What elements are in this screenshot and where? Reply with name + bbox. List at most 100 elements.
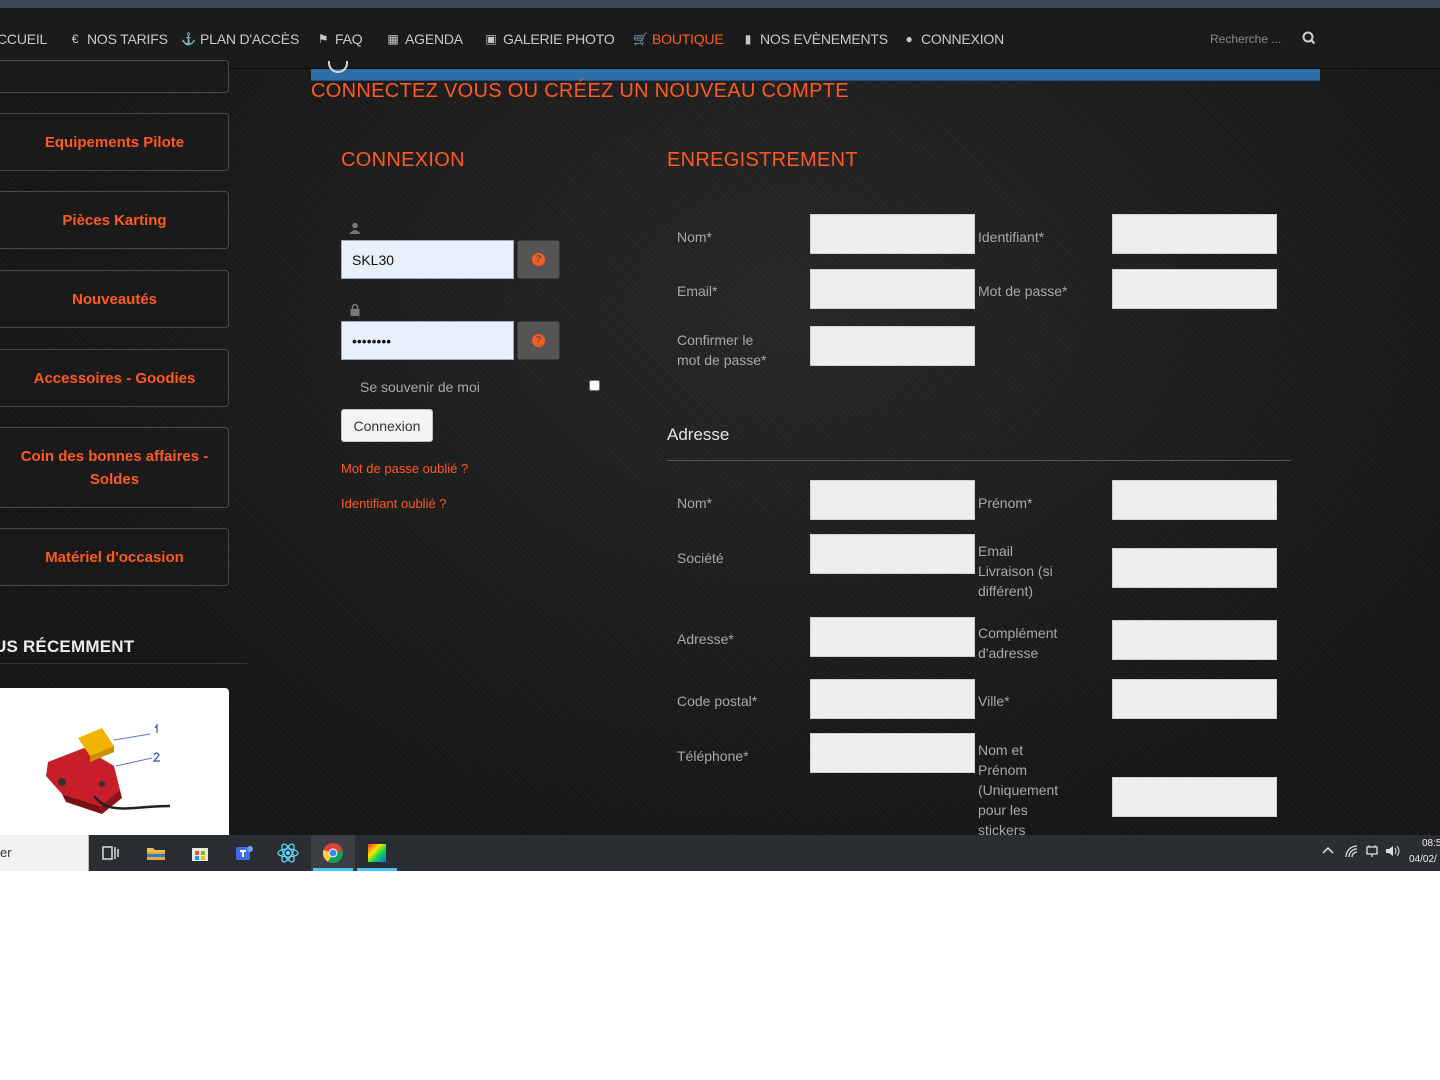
label-line: Confirmer le bbox=[677, 332, 754, 348]
category-label: Matériel d'occasion bbox=[45, 548, 184, 566]
username-help-button[interactable]: ? bbox=[517, 240, 560, 279]
address-nom-field[interactable] bbox=[810, 480, 975, 520]
forgot-username-link[interactable]: Identifiant oublié ? bbox=[341, 496, 447, 511]
nav-item-agenda[interactable]: ▦ AGENDA bbox=[386, 30, 463, 48]
prenom-field[interactable] bbox=[1112, 480, 1277, 520]
societe-field[interactable] bbox=[810, 534, 975, 574]
password-field[interactable] bbox=[341, 321, 514, 360]
taskbar-search[interactable]: er bbox=[0, 835, 89, 871]
code-postal-field[interactable] bbox=[810, 679, 975, 719]
clock-time[interactable]: 08:5 bbox=[1422, 838, 1440, 849]
search-button[interactable] bbox=[1296, 28, 1322, 50]
nav-item-galerie[interactable]: ▣ GALERIE PHOTO bbox=[484, 30, 614, 48]
ville-label: Ville* bbox=[978, 693, 1010, 709]
network-icon[interactable] bbox=[1344, 844, 1360, 861]
email-field[interactable] bbox=[810, 269, 975, 309]
page-heading: CONNECTEZ VOUS OU CRÉEZ UN NOUVEAU COMPT… bbox=[311, 80, 849, 102]
teams-icon bbox=[236, 846, 253, 860]
remember-me-checkbox[interactable] bbox=[589, 380, 600, 391]
search-icon bbox=[1302, 31, 1316, 45]
nav-item-boutique[interactable]: 🛒 BOUTIQUE bbox=[633, 30, 724, 48]
nav-label: CONNEXION bbox=[921, 31, 1004, 47]
question-icon: ? bbox=[532, 334, 545, 347]
image-icon: ▣ bbox=[485, 32, 497, 46]
task-view-button[interactable] bbox=[89, 835, 133, 871]
label-line: Complément bbox=[978, 625, 1058, 641]
product-image bbox=[46, 723, 171, 814]
forgot-password-link[interactable]: Mot de passe oublié ? bbox=[341, 461, 468, 476]
file-explorer-button[interactable] bbox=[134, 835, 178, 871]
password-label: Mot de passe* bbox=[978, 283, 1068, 299]
nav-item-faq[interactable]: ⚑ FAQ bbox=[316, 30, 363, 48]
stickers-name-field[interactable] bbox=[1112, 777, 1277, 817]
telephone-field[interactable] bbox=[810, 733, 975, 773]
nom-field[interactable] bbox=[810, 214, 975, 254]
sidebar-category-partial[interactable] bbox=[0, 60, 229, 93]
register-password-field[interactable] bbox=[1112, 269, 1277, 309]
teams-button[interactable] bbox=[222, 835, 266, 871]
sidebar-category-equipements[interactable]: Equipements Pilote bbox=[0, 113, 229, 171]
divider bbox=[667, 460, 1291, 461]
stickers-name-label: Nom et Prénom (Uniquement pour les stick… bbox=[978, 740, 1058, 840]
nav-item-accueil[interactable]: CCUEIL bbox=[0, 30, 47, 48]
confirm-password-field[interactable] bbox=[810, 326, 975, 366]
email-label: Email* bbox=[677, 283, 718, 299]
question-icon: ? bbox=[532, 253, 545, 266]
store-button[interactable] bbox=[178, 835, 222, 871]
adresse-label: Adresse* bbox=[677, 631, 734, 647]
cart-icon: 🛒 bbox=[633, 32, 648, 46]
identifiant-field[interactable] bbox=[1112, 214, 1277, 254]
nav-item-evenements[interactable]: ▮ NOS EVÈNEMENTS bbox=[741, 30, 888, 48]
nom-label: Nom* bbox=[677, 229, 713, 245]
category-label: Equipements Pilote bbox=[44, 133, 185, 151]
category-label: Accessoires - Goodies bbox=[33, 369, 196, 387]
adresse-field[interactable] bbox=[810, 617, 975, 657]
username-field[interactable] bbox=[341, 240, 514, 279]
password-help-button[interactable]: ? bbox=[517, 321, 560, 360]
sidebar-category-bonnes-affaires[interactable]: Coin des bonnes affaires - Soldes bbox=[0, 427, 229, 508]
flag-icon: ⚑ bbox=[317, 32, 329, 46]
address-nom-label: Nom* bbox=[677, 495, 713, 511]
nav-label: NOS EVÈNEMENTS bbox=[760, 31, 888, 47]
volume-icon[interactable] bbox=[1385, 844, 1401, 861]
react-app-button[interactable] bbox=[266, 835, 310, 871]
chrome-button[interactable] bbox=[311, 835, 355, 871]
sidebar-category-occasion[interactable]: Matériel d'occasion bbox=[0, 528, 229, 586]
user-icon: ● bbox=[905, 32, 913, 46]
login-button[interactable]: Connexion bbox=[341, 409, 433, 442]
nav-item-tarifs[interactable]: € NOS TARIFS bbox=[68, 30, 168, 48]
clock-date[interactable]: 04/02/ bbox=[1409, 854, 1437, 865]
nav-item-connexion[interactable]: ● CONNEXION bbox=[902, 30, 1004, 48]
telephone-label: Téléphone* bbox=[677, 748, 749, 764]
email-livraison-field[interactable] bbox=[1112, 548, 1277, 588]
nav-label: BOUTIQUE bbox=[652, 31, 724, 47]
divider bbox=[0, 663, 248, 664]
euro-icon: € bbox=[71, 32, 79, 46]
identifiant-label: Identifiant* bbox=[978, 229, 1045, 245]
complement-field[interactable] bbox=[1112, 620, 1277, 660]
category-label: Coin des bonnes affaires - Soldes bbox=[20, 447, 209, 488]
recent-product-card[interactable] bbox=[0, 688, 229, 848]
label-line: d'adresse bbox=[978, 645, 1039, 661]
battery-plug-icon[interactable] bbox=[1365, 844, 1379, 861]
code-postal-label: Code postal* bbox=[677, 693, 758, 709]
label-line: différent) bbox=[978, 583, 1033, 599]
folder-icon bbox=[147, 848, 165, 860]
sidebar-category-accessoires[interactable]: Accessoires - Goodies bbox=[0, 349, 229, 407]
task-view-icon bbox=[102, 846, 119, 860]
color-app-button[interactable] bbox=[355, 835, 399, 871]
chevron-up-icon[interactable] bbox=[1321, 844, 1335, 861]
category-label: Pièces Karting bbox=[62, 211, 167, 229]
sidebar-category-nouveautes[interactable]: Nouveautés bbox=[0, 270, 229, 328]
search-input[interactable] bbox=[1198, 28, 1290, 50]
label-line: mot de passe* bbox=[677, 352, 767, 368]
lock-icon bbox=[349, 303, 361, 316]
label-line: Email bbox=[978, 543, 1014, 559]
windows-taskbar: er 08:5 04/02/ bbox=[0, 835, 1440, 871]
active-indicator bbox=[357, 868, 397, 871]
sidebar-category-pieces[interactable]: Pièces Karting bbox=[0, 191, 229, 249]
label-line: Nom et bbox=[978, 742, 1024, 758]
nav-label: PLAN D'ACCÈS bbox=[200, 31, 300, 47]
ville-field[interactable] bbox=[1112, 679, 1277, 719]
nav-item-plan-acces[interactable]: ⚓ PLAN D'ACCÈS bbox=[181, 30, 299, 48]
